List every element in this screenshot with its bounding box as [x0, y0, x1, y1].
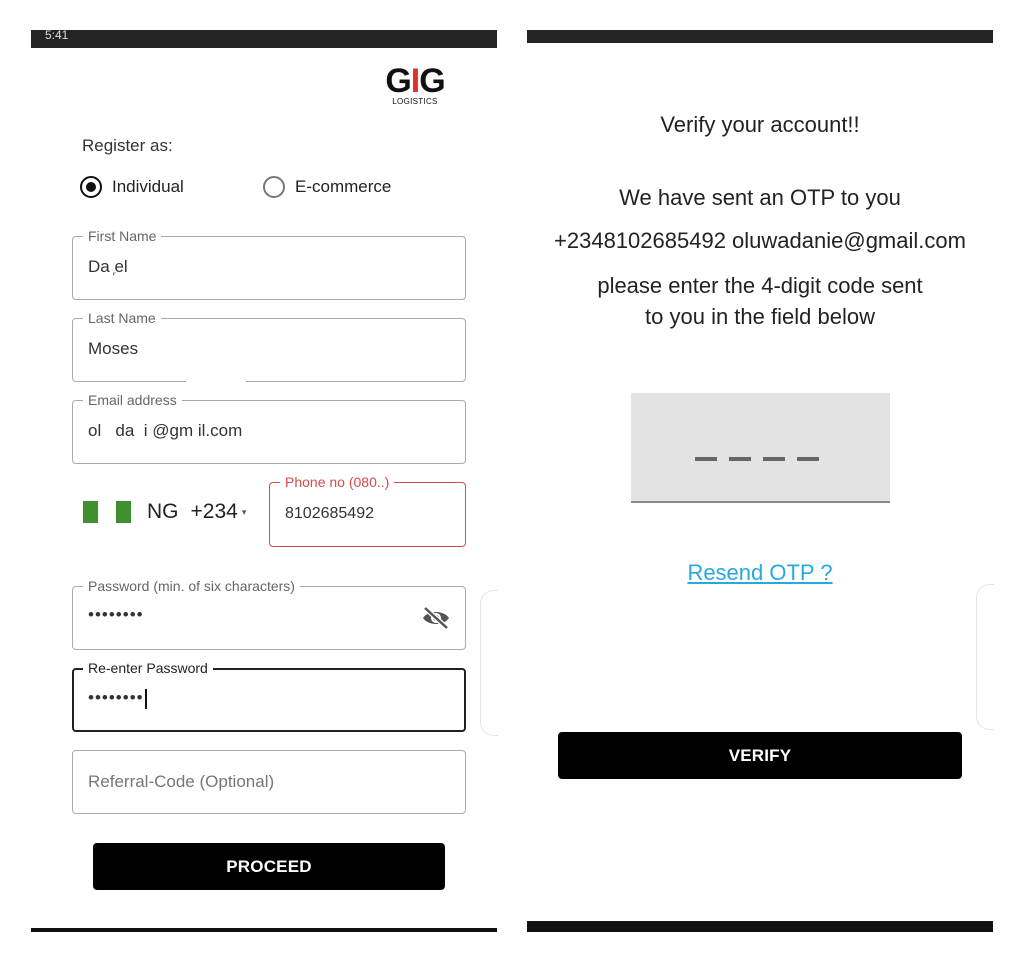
country-iso: NG — [147, 500, 179, 523]
otp-contact-text: +2348102685492 oluwadanie@gmail.com — [554, 228, 966, 253]
verify-title: Verify your account!! — [660, 112, 860, 137]
status-bar-left: 5:41 — [31, 28, 497, 48]
logo-letter: G — [419, 62, 445, 100]
logo-letter-accent: I — [410, 62, 421, 100]
last-name-value: Mo͏ses — [88, 339, 139, 358]
nav-bar-right — [527, 921, 993, 932]
otp-digit-placeholder — [729, 457, 751, 461]
radio-ecommerce-label: E-commerce — [295, 177, 392, 196]
referral-placeholder: Referral-Code (Optional) — [88, 772, 275, 791]
radio-individual[interactable]: Individual — [80, 176, 184, 198]
redaction-mask — [186, 374, 246, 394]
side-card-left — [480, 590, 498, 736]
phone-label: Phone no (080..) — [280, 474, 395, 490]
radio-unchecked-icon — [263, 176, 285, 198]
password-field[interactable]: Password (min. of six characters) ••••••… — [72, 578, 466, 650]
country-code-selector[interactable]: NG +234 ▾ — [83, 500, 246, 524]
status-time: 5:41 — [45, 28, 69, 42]
reenter-password-value: •••••••• — [88, 688, 147, 709]
side-card-right — [976, 584, 994, 730]
otp-instruction: please enter the 4-digit code sent to yo… — [527, 270, 993, 332]
radio-individual-label: Individual — [112, 177, 184, 196]
gig-logo: GIG LOGISTICS — [380, 64, 450, 110]
otp-digit-placeholder — [763, 457, 785, 461]
proceed-button[interactable]: PROCEED — [93, 843, 445, 890]
referral-code-field[interactable]: Referral-Code (Optional) — [72, 750, 466, 814]
last-name-label: Last Name — [83, 310, 161, 326]
nav-bar-left — [31, 928, 497, 932]
reenter-password-label: Re-enter Password — [83, 660, 213, 676]
nigeria-flag-icon — [83, 501, 131, 523]
resend-otp-link[interactable]: Resend OTP ? — [527, 560, 993, 586]
first-name-label: First Name — [83, 228, 162, 244]
password-label: Password (min. of six characters) — [83, 578, 300, 594]
phone-value: 8102685492 — [285, 505, 374, 522]
email-label: Email address — [83, 392, 182, 408]
text-caret — [144, 688, 147, 709]
last-name-field[interactable]: Last Name Mo͏ses — [72, 310, 466, 382]
reenter-password-field[interactable]: Re-enter Password •••••••• — [72, 660, 466, 732]
register-as-label: Register as: — [82, 136, 173, 155]
password-value: •••••••• — [88, 605, 144, 624]
status-bar-right — [527, 30, 993, 43]
phone-field[interactable]: Phone no (080..) 8102685492 — [269, 474, 466, 547]
otp-sent-text: We have sent an OTP to you — [619, 185, 901, 210]
radio-ecommerce[interactable]: E-commerce — [263, 176, 391, 198]
logo-letter: G — [385, 62, 411, 100]
eye-off-icon[interactable] — [421, 605, 451, 631]
verify-button[interactable]: VERIFY — [558, 732, 962, 779]
radio-checked-icon — [80, 176, 102, 198]
first-name-value: Da ᷊el — [88, 257, 128, 276]
country-dial-code: +234 — [190, 500, 238, 523]
otp-instruction-line1: please enter the 4-digit code sent — [597, 273, 923, 298]
dropdown-arrow-icon: ▾ — [241, 506, 247, 517]
email-value: ol ͏ ͏ da ͏ i @gm ͏il.com — [88, 421, 243, 440]
otp-digit-placeholder — [797, 457, 819, 461]
email-field[interactable]: Email address ol ͏ ͏ da ͏ i @gm ͏il.com — [72, 392, 466, 464]
first-name-field[interactable]: First Name Da ᷊el — [72, 228, 466, 300]
screenshot-composite: 5:41 GIG LOGISTICS Register as: Individu… — [0, 0, 1024, 963]
otp-instruction-line2: to you in the field below — [645, 304, 875, 329]
otp-digit-placeholder — [695, 457, 717, 461]
otp-input[interactable] — [631, 393, 890, 503]
reenter-password-text: •••••••• — [88, 688, 144, 707]
